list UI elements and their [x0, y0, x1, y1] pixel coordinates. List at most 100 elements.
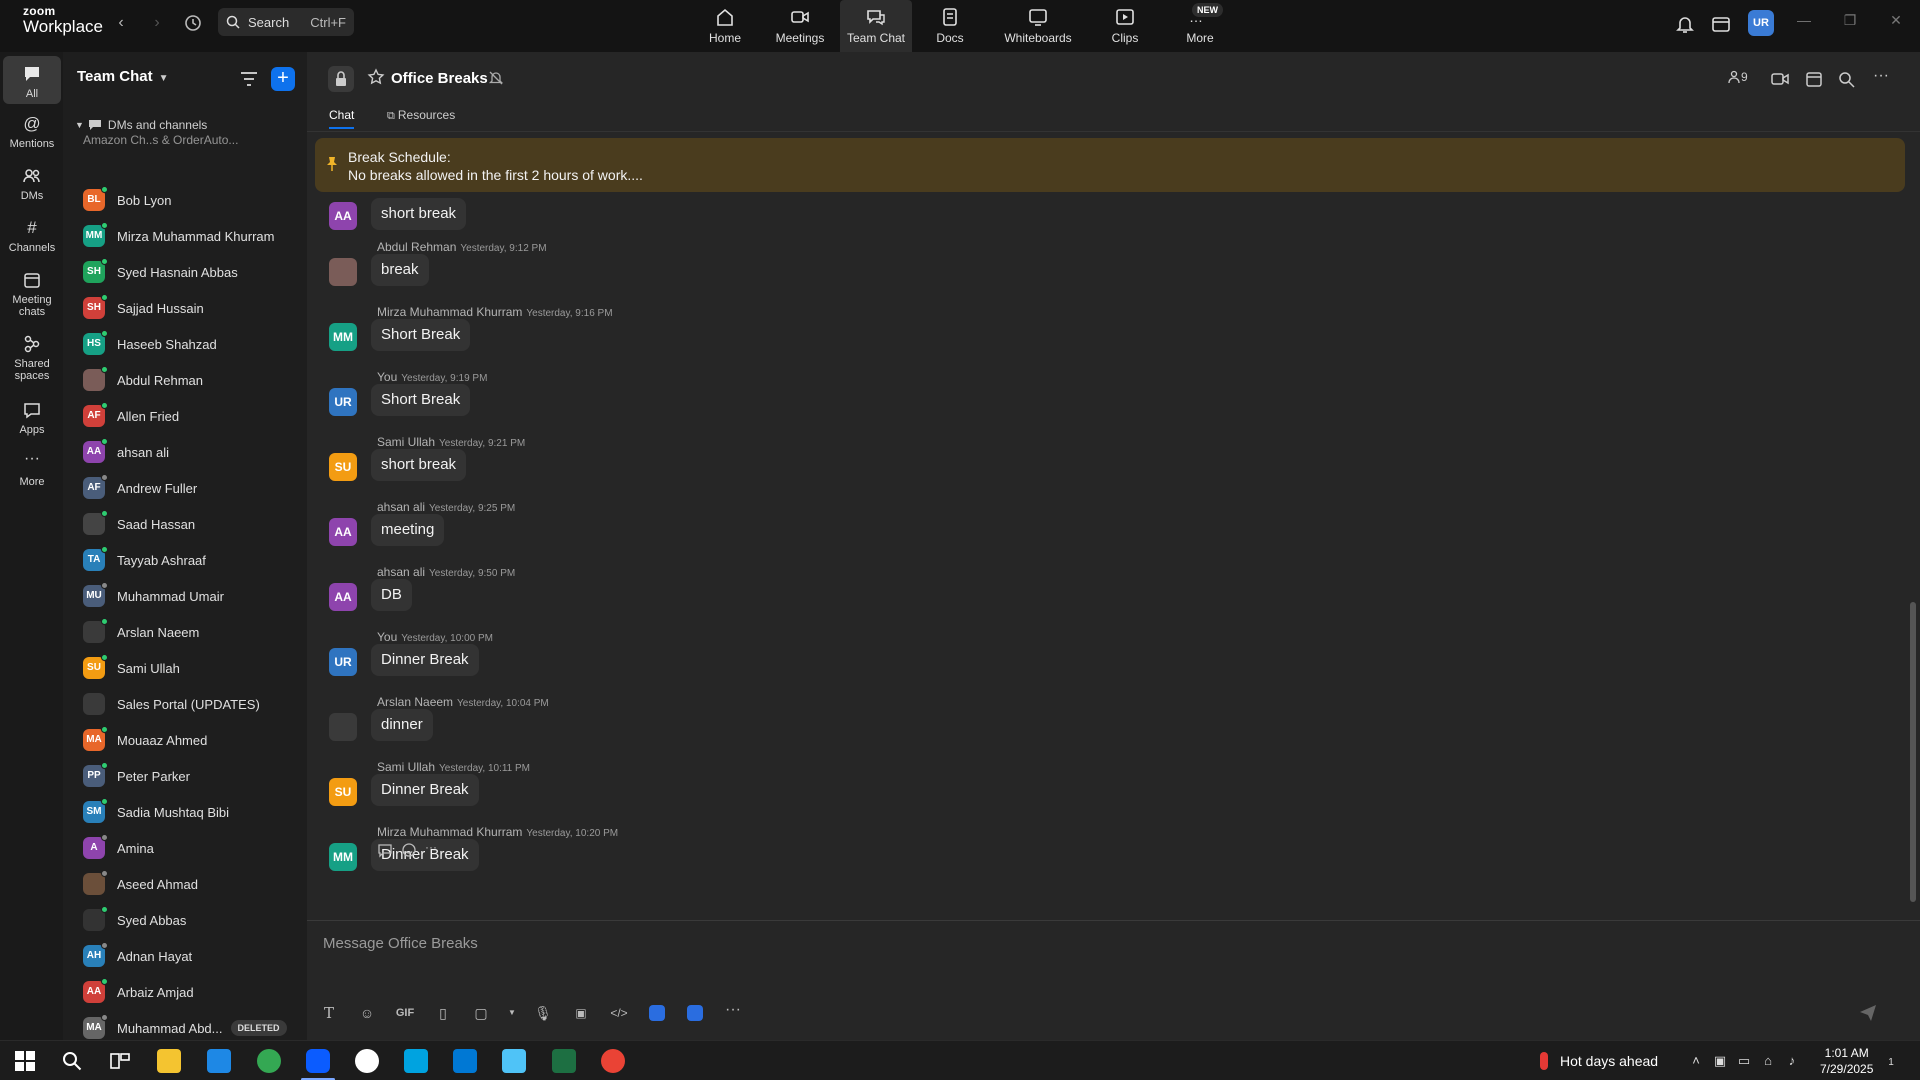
- message-sender[interactable]: Abdul Rehman: [377, 240, 456, 254]
- video-clip-icon[interactable]: ▣: [569, 1003, 593, 1023]
- rail-item-apps[interactable]: Apps: [3, 400, 61, 436]
- message-sender[interactable]: You: [377, 630, 397, 644]
- chat-message[interactable]: AA short break: [329, 184, 1329, 244]
- windows-start-icon[interactable]: [13, 1049, 37, 1073]
- list-item[interactable]: BL Bob Lyon: [83, 184, 305, 216]
- chrome-icon[interactable]: [601, 1049, 625, 1073]
- members-button[interactable]: 9: [1727, 70, 1748, 84]
- message-sender[interactable]: ahsan ali: [377, 500, 425, 514]
- list-item[interactable]: HS Haseeb Shahzad: [83, 328, 305, 360]
- list-item[interactable]: MA Muhammad Abd... DELETED: [83, 1012, 305, 1040]
- chat-message[interactable]: Arslan Naeem Yesterday, 10:04 PM dinner: [329, 695, 1329, 755]
- avatar[interactable]: UR: [329, 648, 357, 676]
- chat-message[interactable]: SU Sami Ullah Yesterday, 10:11 PM Dinner Br…: [329, 760, 1329, 820]
- message-sender[interactable]: Mirza Muhammad Khurram: [377, 825, 522, 839]
- search-icon[interactable]: [1837, 70, 1857, 88]
- screenshot-icon[interactable]: ▢: [469, 1003, 493, 1023]
- weather-widget[interactable]: Hot days ahead: [1540, 1052, 1658, 1070]
- avatar[interactable]: AA: [329, 518, 357, 546]
- avatar[interactable]: SU: [329, 453, 357, 481]
- gif-button[interactable]: GIF: [393, 1003, 417, 1023]
- rail-item-shared-spaces[interactable]: Shared spaces: [3, 334, 61, 382]
- message-sender[interactable]: Arslan Naeem: [377, 695, 453, 709]
- list-item[interactable]: Amazon Ch..s & OrderAuto...: [83, 132, 305, 148]
- list-item[interactable]: TA Tayyab Ashraaf: [83, 544, 305, 576]
- list-item[interactable]: Saad Hassan: [83, 508, 305, 540]
- tab-clips[interactable]: Clips: [1105, 0, 1145, 52]
- history-icon[interactable]: [182, 12, 204, 34]
- task-view-icon[interactable]: [108, 1049, 132, 1073]
- avatar[interactable]: AA: [329, 202, 357, 230]
- volume-icon[interactable]: ♪: [1784, 1053, 1800, 1069]
- list-item[interactable]: AA Arbaiz Amjad: [83, 976, 305, 1008]
- rail-item-more[interactable]: ··· More: [3, 451, 61, 489]
- list-item[interactable]: MA Mouaaz Ahmed: [83, 724, 305, 756]
- team-chat-header[interactable]: Team Chat ▼: [77, 68, 168, 85]
- more-dots-icon[interactable]: ···: [721, 1002, 745, 1023]
- chat-message[interactable]: UR You Yesterday, 10:00 PM Dinner Break: [329, 630, 1329, 690]
- avatar[interactable]: MM: [329, 323, 357, 351]
- chat-message[interactable]: AA ahsan ali Yesterday, 9:50 PM DB: [329, 565, 1329, 625]
- avatar[interactable]: AA: [329, 583, 357, 611]
- list-item[interactable]: SM Sadia Mushtaq Bibi: [83, 796, 305, 828]
- bell-icon[interactable]: [1674, 13, 1696, 35]
- chevron-down-icon[interactable]: ▼: [507, 1003, 517, 1023]
- maximize-icon[interactable]: ❐: [1838, 12, 1862, 32]
- list-item[interactable]: Arslan Naeem: [83, 616, 305, 648]
- list-item[interactable]: SH Sajjad Hussain: [83, 292, 305, 324]
- battery-icon[interactable]: ▭: [1736, 1053, 1752, 1069]
- tray-app-icon[interactable]: ▣: [1712, 1053, 1728, 1069]
- avatar[interactable]: SU: [329, 778, 357, 806]
- message-input[interactable]: Message Office Breaks: [323, 935, 478, 952]
- chat-message[interactable]: UR You Yesterday, 9:19 PM Short Break: [329, 370, 1329, 430]
- message-scrollbar[interactable]: [1910, 602, 1916, 902]
- rail-item-all[interactable]: All: [3, 56, 61, 104]
- avatar[interactable]: [329, 258, 357, 286]
- avatar[interactable]: UR: [329, 388, 357, 416]
- message-sender[interactable]: Mirza Muhammad Khurram: [377, 305, 522, 319]
- more-dots-icon[interactable]: ···: [425, 841, 441, 858]
- app-integration-icon[interactable]: [649, 1005, 665, 1021]
- calendar-icon[interactable]: [1804, 70, 1824, 88]
- top-search-input[interactable]: Search Ctrl+F: [218, 8, 354, 36]
- rail-item-mentions[interactable]: @ Mentions: [3, 114, 61, 150]
- text-format-icon[interactable]: T: [317, 1003, 341, 1023]
- avatar[interactable]: MM: [329, 843, 357, 871]
- taskbar-clock[interactable]: 1:01 AM 7/29/2025: [1820, 1045, 1873, 1077]
- star-icon[interactable]: [367, 68, 385, 86]
- forward-arrow-icon[interactable]: ›: [146, 12, 168, 34]
- list-item[interactable]: AA ahsan ali: [83, 436, 305, 468]
- message-sender[interactable]: You: [377, 370, 397, 384]
- rail-item-meeting-chats[interactable]: Meeting chats: [3, 270, 61, 318]
- more-options-icon[interactable]: ···: [1873, 68, 1893, 88]
- chat-message[interactable]: MM Mirza Muhammad Khurram Yesterday, 9:16 …: [329, 305, 1329, 365]
- back-arrow-icon[interactable]: ‹: [110, 12, 132, 34]
- list-item[interactable]: AF Allen Fried: [83, 400, 305, 432]
- tab-docs[interactable]: Docs: [930, 0, 970, 52]
- list-item[interactable]: AH Adnan Hayat: [83, 940, 305, 972]
- code-icon[interactable]: </>: [607, 1003, 631, 1023]
- send-icon[interactable]: [1857, 1001, 1879, 1023]
- tab-meetings[interactable]: Meetings: [771, 0, 829, 52]
- chat-message[interactable]: SU Sami Ullah Yesterday, 9:21 PM short brea…: [329, 435, 1329, 495]
- message-sender[interactable]: Sami Ullah: [377, 760, 435, 774]
- excel-icon[interactable]: [552, 1049, 576, 1073]
- taskbar-search-icon[interactable]: [60, 1049, 84, 1073]
- chevron-up-icon[interactable]: ˄: [1688, 1053, 1704, 1069]
- close-icon[interactable]: ✕: [1884, 12, 1908, 32]
- list-item[interactable]: AF Andrew Fuller: [83, 472, 305, 504]
- network-icon[interactable]: ⌂: [1760, 1053, 1776, 1069]
- tab-team-chat[interactable]: Team Chat: [840, 0, 912, 52]
- list-item[interactable]: MM Mirza Muhammad Khurram: [83, 220, 305, 252]
- tab-chat[interactable]: Chat: [329, 108, 355, 129]
- message-sender[interactable]: Sami Ullah: [377, 435, 435, 449]
- store-icon[interactable]: [207, 1049, 231, 1073]
- message-sender[interactable]: ahsan ali: [377, 565, 425, 579]
- reply-icon[interactable]: [377, 842, 393, 858]
- file-explorer-icon[interactable]: [157, 1049, 181, 1073]
- list-item[interactable]: A Amina: [83, 832, 305, 864]
- filter-icon[interactable]: [240, 71, 258, 87]
- minimize-icon[interactable]: —: [1792, 12, 1816, 32]
- file-icon[interactable]: ▯: [431, 1003, 455, 1023]
- calendar-app-icon[interactable]: [1710, 13, 1732, 35]
